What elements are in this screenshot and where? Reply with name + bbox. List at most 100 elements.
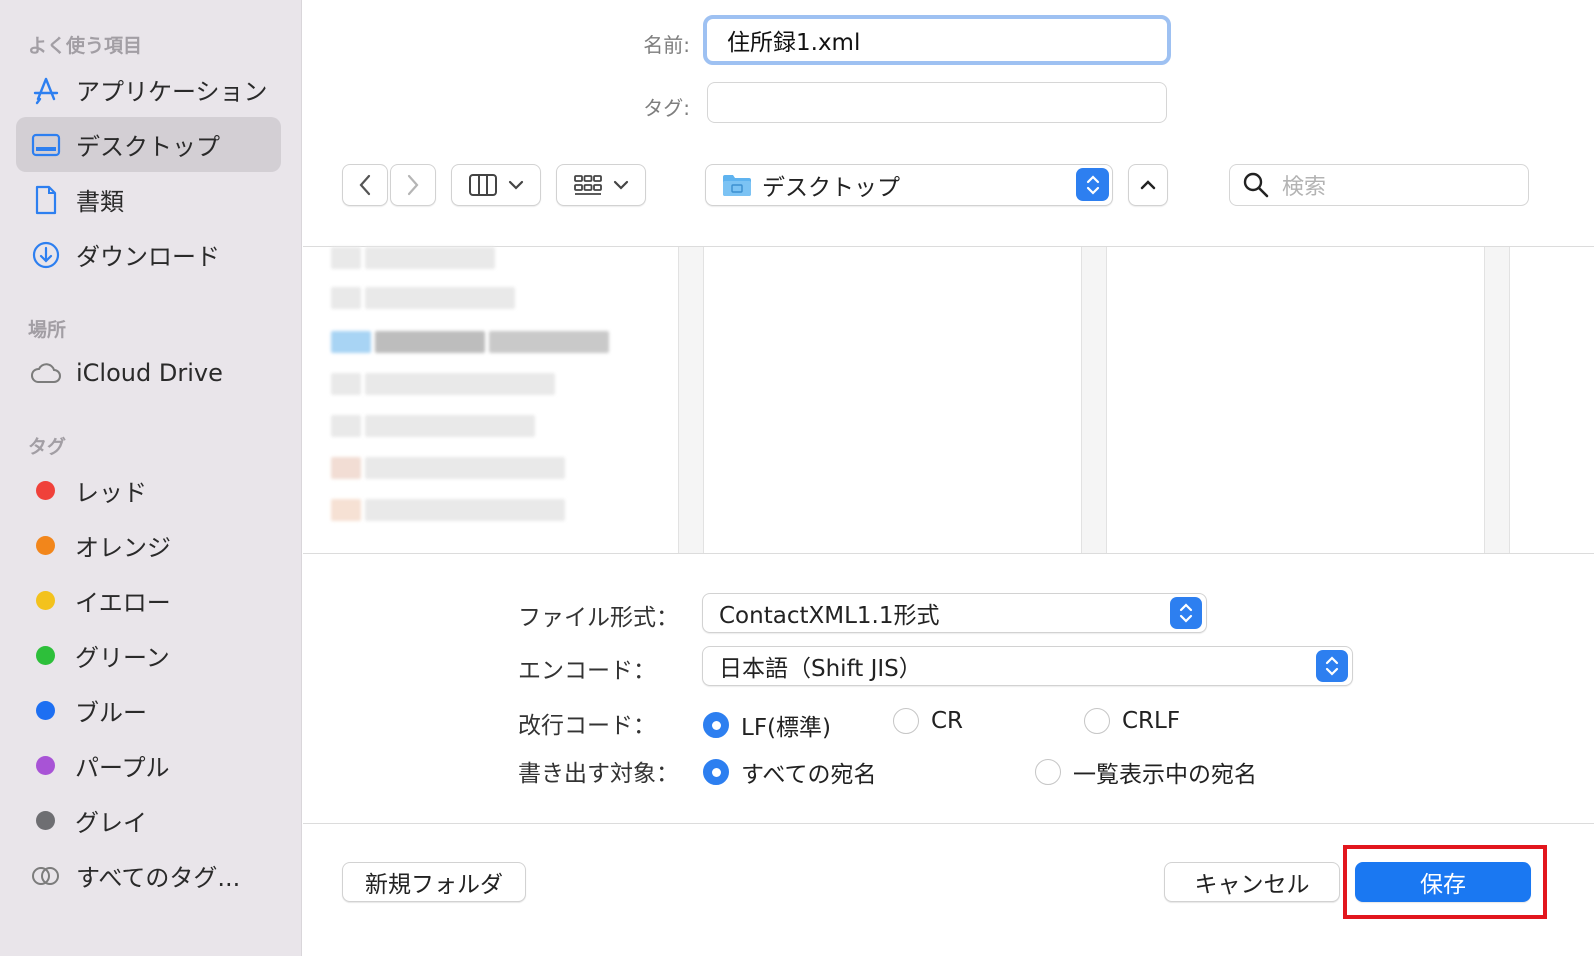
green-tag-dot-icon <box>36 646 55 665</box>
sidebar-item-desktop[interactable]: デスクトップ <box>16 117 281 172</box>
chevron-left-icon <box>359 174 371 196</box>
locations-heading: 場所 <box>28 319 67 341</box>
encoding-label: エンコード： <box>518 658 656 684</box>
sidebar: よく使う項目 アプリケーション デスクトップ 書類 ダウンロード 場所 iClo… <box>0 0 302 956</box>
red-tag-dot-icon <box>36 481 55 500</box>
chevron-right-icon <box>407 174 419 196</box>
sidebar-item-applications[interactable]: アプリケーション <box>16 62 281 117</box>
app-store-icon <box>30 74 62 106</box>
radio-label: CRLF <box>1122 708 1181 734</box>
search-icon <box>1243 172 1269 198</box>
download-icon <box>30 239 62 271</box>
purple-tag-dot-icon <box>36 756 55 775</box>
search-input[interactable]: 検索 <box>1229 164 1529 206</box>
newline-radio-cr[interactable]: CR <box>893 708 963 734</box>
sidebar-item-label: デスクトップ <box>76 133 220 161</box>
radio-unselected-icon <box>1084 708 1110 734</box>
yellow-tag-dot-icon <box>36 591 55 610</box>
sidebar-tag-yellow[interactable]: イエロー <box>16 573 281 628</box>
cloud-icon <box>30 357 62 389</box>
sidebar-item-label: イエロー <box>75 589 171 617</box>
column-divider[interactable] <box>1081 247 1107 553</box>
gray-tag-dot-icon <box>36 811 55 830</box>
sidebar-item-label: グリーン <box>75 644 170 672</box>
sidebar-item-label: アプリケーション <box>76 78 268 106</box>
save-button-highlight-box <box>1343 845 1547 919</box>
target-radio-list[interactable]: 一覧表示中の宛名 <box>1035 755 1257 789</box>
tags-heading: タグ <box>28 436 67 458</box>
search-placeholder: 検索 <box>1282 175 1327 200</box>
file-format-value: ContactXML1.1形式 <box>719 603 940 629</box>
sidebar-tag-gray[interactable]: グレイ <box>16 793 281 848</box>
file-format-select[interactable]: ContactXML1.1形式 <box>702 593 1207 633</box>
forward-button[interactable] <box>390 164 436 206</box>
export-target-label: 書き出す対象： <box>518 761 679 787</box>
document-icon <box>30 184 62 216</box>
radio-unselected-icon <box>893 708 919 734</box>
sidebar-tag-green[interactable]: グリーン <box>16 628 281 683</box>
location-popup[interactable]: デスクトップ <box>705 164 1113 206</box>
tag-input[interactable] <box>707 82 1167 123</box>
updown-chevron-icon <box>1179 603 1193 623</box>
blue-tag-dot-icon <box>36 701 55 720</box>
tag-label: タグ: <box>643 96 690 120</box>
sidebar-item-label: 書類 <box>76 188 124 216</box>
sidebar-item-label: ブルー <box>75 699 147 727</box>
sidebar-item-downloads[interactable]: ダウンロード <box>16 227 281 282</box>
columns-view-icon <box>469 174 497 196</box>
sidebar-item-documents[interactable]: 書類 <box>16 172 281 227</box>
newline-radio-lf[interactable]: LF(標準) <box>703 708 831 742</box>
location-popup-stepper[interactable] <box>1076 168 1109 201</box>
radio-label: CR <box>931 708 964 734</box>
sidebar-item-label: オレンジ <box>75 534 171 562</box>
expand-collapse-button[interactable] <box>1128 164 1168 206</box>
name-label: 名前: <box>643 33 690 57</box>
sidebar-item-label: グレイ <box>75 809 147 837</box>
file-format-stepper[interactable] <box>1170 597 1202 629</box>
location-label: デスクトップ <box>762 175 900 201</box>
chevron-down-icon <box>613 180 629 190</box>
file-format-label: ファイル形式： <box>518 605 679 631</box>
cancel-button[interactable]: キャンセル <box>1164 862 1340 902</box>
radio-unselected-icon <box>1035 759 1061 785</box>
sidebar-item-icloud-drive[interactable]: iCloud Drive <box>16 345 281 400</box>
radio-selected-icon <box>703 712 729 738</box>
radio-label: 一覧表示中の宛名 <box>1073 762 1257 788</box>
column-divider[interactable] <box>678 247 704 553</box>
all-tags-icon <box>30 860 62 892</box>
desktop-icon <box>30 129 62 161</box>
sidebar-tag-purple[interactable]: パープル <box>16 738 281 793</box>
column-divider[interactable] <box>1484 247 1510 553</box>
new-folder-button[interactable]: 新規フォルダ <box>342 862 526 902</box>
sidebar-tag-red[interactable]: レッド <box>16 463 281 518</box>
sidebar-all-tags[interactable]: すべてのタグ... <box>16 848 281 903</box>
file-browser[interactable] <box>303 246 1594 554</box>
sidebar-item-label: パープル <box>75 754 170 782</box>
target-radio-all[interactable]: すべての宛名 <box>703 755 876 789</box>
back-button[interactable] <box>342 164 388 206</box>
updown-chevron-icon <box>1086 174 1099 195</box>
folder-icon <box>723 175 751 196</box>
newline-radio-crlf[interactable]: CRLF <box>1084 708 1180 734</box>
sidebar-item-label: すべてのタグ... <box>76 864 241 892</box>
encoding-stepper[interactable] <box>1316 650 1348 682</box>
sidebar-tag-orange[interactable]: オレンジ <box>16 518 281 573</box>
sidebar-item-label: iCloud Drive <box>76 358 223 387</box>
sidebar-item-label: ダウンロード <box>76 243 220 271</box>
encoding-select[interactable]: 日本語（Shift JIS） <box>702 646 1353 686</box>
sidebar-item-label: レッド <box>75 479 147 507</box>
newline-label: 改行コード： <box>518 713 656 739</box>
view-columns-button[interactable] <box>451 164 541 206</box>
grid-view-icon <box>574 175 602 195</box>
radio-label: すべての宛名 <box>741 762 877 788</box>
chevron-down-icon <box>508 180 524 190</box>
chevron-up-icon <box>1140 180 1156 190</box>
sidebar-tag-blue[interactable]: ブルー <box>16 683 281 738</box>
footer-divider <box>303 823 1594 824</box>
encoding-value: 日本語（Shift JIS） <box>719 656 922 682</box>
updown-chevron-icon <box>1325 656 1339 676</box>
orange-tag-dot-icon <box>36 536 55 555</box>
radio-selected-icon <box>703 759 729 785</box>
group-by-button[interactable] <box>556 164 646 206</box>
filename-input[interactable]: 住所録1.xml <box>703 15 1171 65</box>
